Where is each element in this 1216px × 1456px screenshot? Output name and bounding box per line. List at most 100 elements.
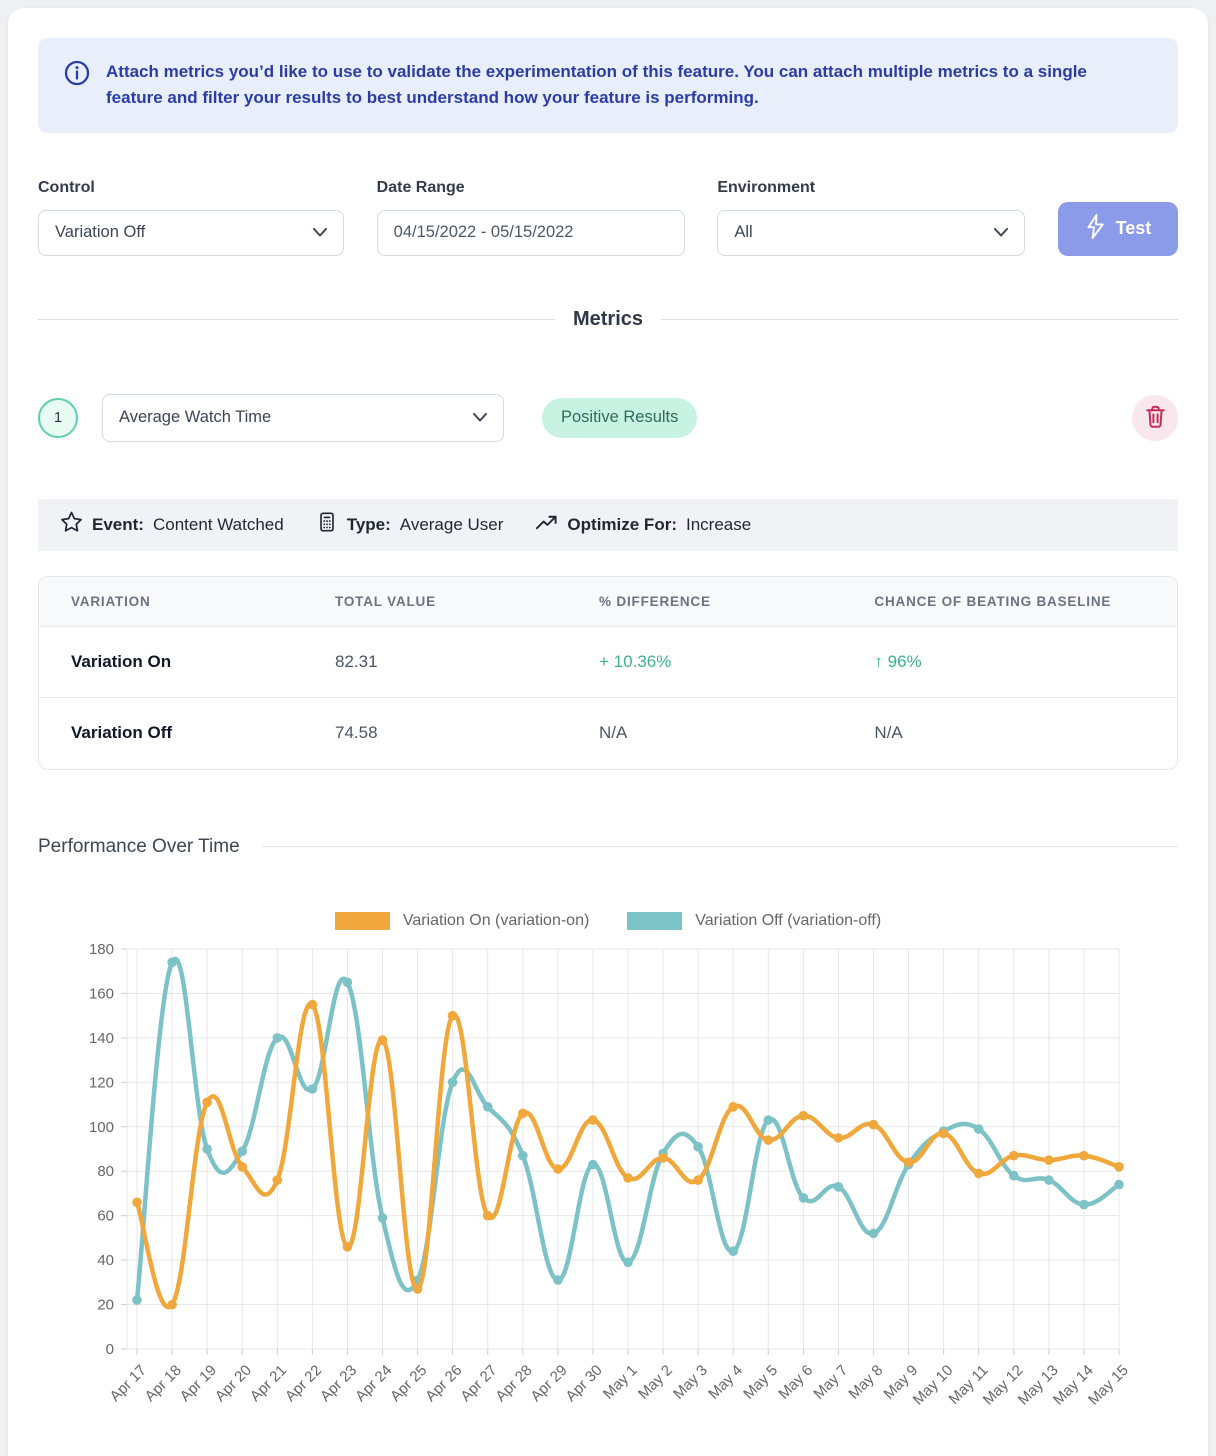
svg-text:120: 120 (89, 1074, 114, 1091)
chevron-down-icon (994, 223, 1008, 242)
legend-item[interactable]: Variation On (variation-on) (335, 912, 589, 930)
environment-select[interactable]: All (717, 210, 1025, 256)
svg-text:Apr 23: Apr 23 (317, 1361, 360, 1404)
positive-results-badge: Positive Results (542, 398, 697, 438)
type-value: Average User (400, 515, 504, 535)
star-icon (60, 511, 83, 538)
date-range-input[interactable]: 04/15/2022 - 05/15/2022 (377, 210, 685, 256)
date-range-field-group: Date Range 04/15/2022 - 05/15/2022 (377, 179, 685, 256)
variation-name: Variation On (39, 627, 303, 698)
metric-info-bar: Event: Content Watched Type: Average Use… (38, 499, 1178, 551)
svg-text:100: 100 (89, 1118, 114, 1135)
svg-text:Apr 28: Apr 28 (492, 1361, 535, 1404)
delete-metric-button[interactable] (1132, 395, 1178, 441)
col-header-difference: % DIFFERENCE (567, 577, 842, 627)
type-label: Type: (347, 515, 391, 535)
environment-field-group: Environment All (717, 179, 1025, 256)
svg-text:May 3: May 3 (670, 1361, 711, 1402)
optimize-value: Increase (686, 515, 751, 535)
line-chart: 0 20 40 60 80 100 120 140 160 180 Apr 17Apr 18 Apr … (38, 934, 1178, 1446)
svg-text:Apr 29: Apr 29 (527, 1361, 570, 1404)
event-info: Event: Content Watched (60, 511, 284, 538)
info-banner: Attach metrics you’d like to use to vali… (38, 38, 1178, 133)
svg-text:Apr 22: Apr 22 (282, 1361, 325, 1404)
page-card: Attach metrics you’d like to use to vali… (8, 8, 1208, 1456)
results-table: VARIATION TOTAL VALUE % DIFFERENCE CHANC… (38, 576, 1178, 770)
svg-text:May 2: May 2 (635, 1361, 676, 1402)
svg-text:May 4: May 4 (705, 1361, 746, 1402)
control-field-group: Control Variation Off (38, 179, 344, 256)
control-select-value: Variation Off (55, 223, 145, 242)
legend-swatch (335, 912, 390, 930)
metric-number-badge: 1 (38, 398, 78, 438)
info-icon (64, 60, 90, 91)
svg-text:160: 160 (89, 985, 114, 1002)
svg-text:Apr 20: Apr 20 (212, 1361, 255, 1404)
environment-label: Environment (717, 179, 1025, 197)
svg-text:140: 140 (89, 1030, 114, 1047)
performance-chart: Variation On (variation-on) Variation Off… (38, 912, 1178, 1446)
type-info: Type: Average User (316, 511, 504, 538)
calculator-icon (316, 511, 338, 538)
svg-text:Apr 30: Apr 30 (562, 1361, 605, 1404)
svg-text:May 6: May 6 (775, 1361, 816, 1402)
event-value: Content Watched (153, 515, 284, 535)
chevron-down-icon (473, 408, 487, 427)
svg-text:Apr 18: Apr 18 (142, 1361, 185, 1404)
trending-up-icon (535, 512, 558, 537)
lightning-bolt-icon (1085, 214, 1106, 244)
test-button[interactable]: Test (1058, 202, 1178, 256)
svg-text:60: 60 (97, 1207, 114, 1224)
svg-text:May 8: May 8 (845, 1361, 886, 1402)
header-divider-line (262, 846, 1178, 847)
col-header-variation: VARIATION (39, 577, 303, 627)
event-label: Event: (92, 515, 144, 535)
total-value: 82.31 (303, 627, 567, 698)
difference-value: N/A (567, 698, 842, 769)
col-header-chance: CHANCE OF BEATING BASELINE (842, 577, 1177, 627)
metrics-section-title: Metrics (573, 308, 643, 331)
difference-value: + 10.36% (567, 627, 842, 698)
svg-text:May 1: May 1 (600, 1361, 641, 1402)
chart-legend: Variation On (variation-on) Variation Off… (38, 912, 1178, 930)
chevron-down-icon (313, 223, 327, 242)
legend-item[interactable]: Variation Off (variation-off) (627, 912, 881, 930)
chance-value: N/A (842, 698, 1177, 769)
legend-label: Variation Off (variation-off) (695, 912, 881, 930)
date-range-value: 04/15/2022 - 05/15/2022 (394, 223, 574, 242)
table-row: Variation On 82.31 + 10.36% ↑ 96% (39, 627, 1177, 698)
date-range-label: Date Range (377, 179, 685, 197)
control-select[interactable]: Variation Off (38, 210, 344, 256)
svg-text:80: 80 (97, 1163, 114, 1180)
svg-text:Apr 26: Apr 26 (422, 1361, 465, 1404)
variation-name: Variation Off (39, 698, 303, 769)
performance-title: Performance Over Time (38, 836, 240, 858)
table-row: Variation Off 74.58 N/A N/A (39, 698, 1177, 769)
svg-text:180: 180 (89, 941, 114, 958)
test-button-label: Test (1116, 218, 1152, 239)
table-header-row: VARIATION TOTAL VALUE % DIFFERENCE CHANC… (39, 577, 1177, 627)
svg-text:Apr 24: Apr 24 (352, 1361, 395, 1404)
svg-text:20: 20 (97, 1296, 114, 1313)
metric-select[interactable]: Average Watch Time (102, 394, 504, 442)
metric-row: 1 Average Watch Time Positive Results (38, 394, 1178, 442)
performance-section-header: Performance Over Time (38, 836, 1178, 858)
chance-value: ↑ 96% (842, 627, 1177, 698)
optimize-info: Optimize For: Increase (535, 512, 751, 537)
control-label: Control (38, 179, 344, 197)
divider-line (38, 319, 555, 320)
svg-text:Apr 25: Apr 25 (387, 1361, 430, 1404)
filter-controls: Control Variation Off Date Range 04/15/2… (38, 179, 1178, 256)
svg-text:40: 40 (97, 1252, 114, 1269)
metrics-divider: Metrics (38, 308, 1178, 332)
svg-text:May 10: May 10 (910, 1361, 957, 1408)
svg-text:May 15: May 15 (1085, 1361, 1132, 1408)
environment-select-value: All (734, 223, 752, 242)
legend-label: Variation On (variation-on) (403, 912, 589, 930)
col-header-total-value: TOTAL VALUE (303, 577, 567, 627)
trash-icon (1145, 405, 1166, 431)
svg-text:May 7: May 7 (810, 1361, 851, 1402)
svg-text:0: 0 (106, 1341, 114, 1358)
divider-line (661, 319, 1178, 320)
svg-text:Apr 17: Apr 17 (107, 1361, 150, 1404)
